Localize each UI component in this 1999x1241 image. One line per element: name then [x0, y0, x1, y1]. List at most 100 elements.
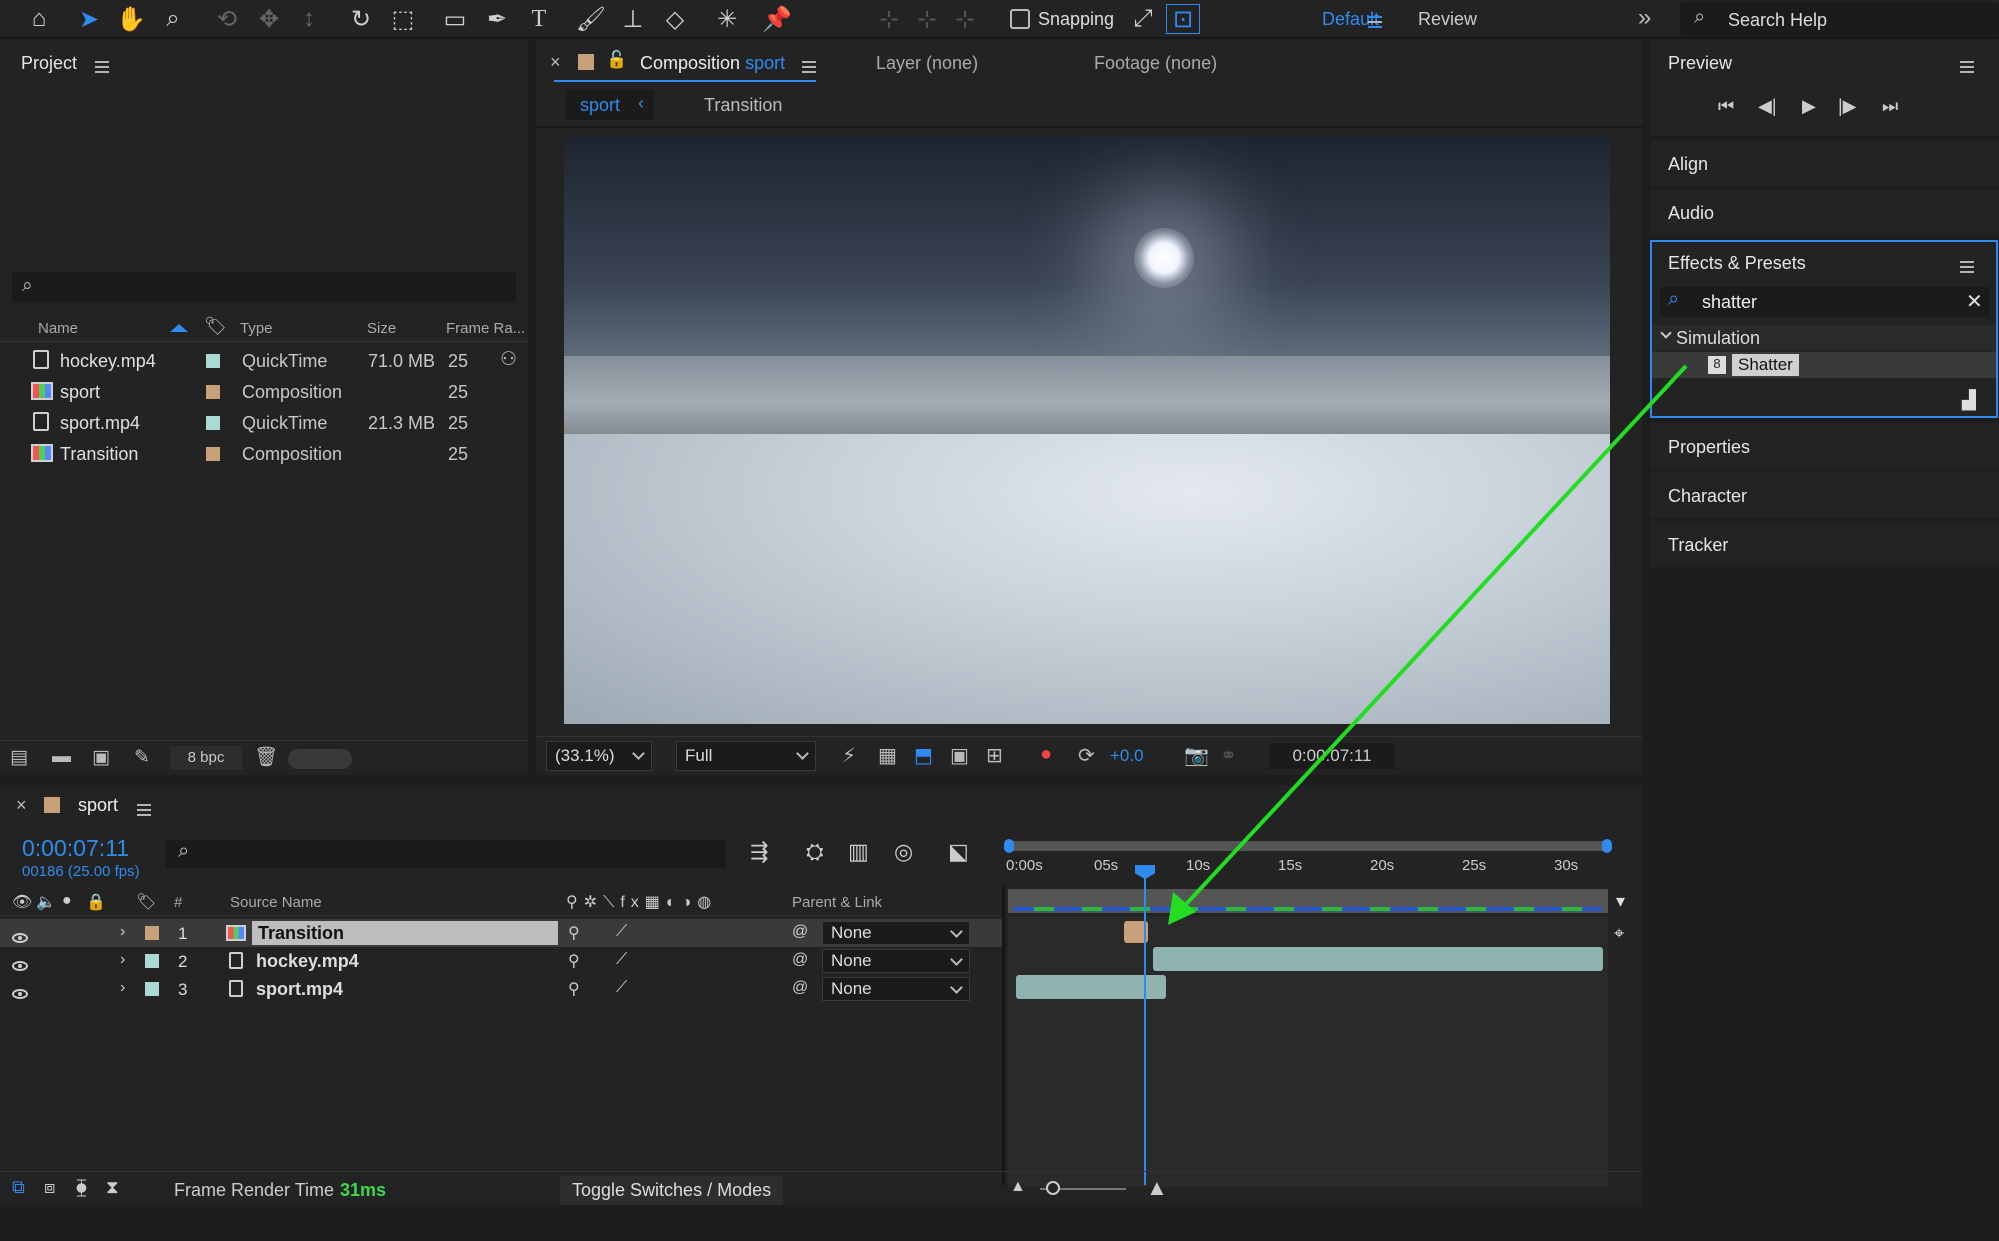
pick-whip-icon[interactable]: @ [792, 923, 808, 941]
audio-switch-icon[interactable]: 🔈 [36, 892, 56, 912]
zoom-in-icon[interactable]: ▲ [1146, 1175, 1168, 1201]
workspace-overflow-icon[interactable]: » [1638, 4, 1651, 32]
rotation-tool-icon[interactable]: ↻ [344, 0, 378, 38]
axis-local-icon[interactable]: ⊹ [872, 0, 906, 38]
workspace-review[interactable]: Review [1418, 9, 1477, 30]
current-time-indicator[interactable] [1135, 865, 1155, 1185]
trash-icon[interactable]: 🗑 [254, 745, 278, 769]
eye-icon[interactable] [12, 933, 28, 943]
fast-previews-icon[interactable]: ⚡ [842, 743, 856, 768]
list-item[interactable]: sport.mp4 QuickTime 21.3 MB 25 [0, 407, 528, 438]
motion-blur-icon[interactable]: ◎ [894, 839, 913, 865]
parent-dropdown[interactable]: None [822, 921, 970, 945]
snapshot-icon[interactable]: 📷 [1184, 743, 1209, 768]
zoom-tool-icon[interactable]: ⌕ [156, 0, 190, 38]
navigator-start-handle[interactable] [1004, 839, 1014, 853]
table-row[interactable]: › 1 Transition ⚲ ⟋ @ None [0, 919, 1002, 947]
zoom-out-icon[interactable]: ▲ [1010, 1178, 1026, 1196]
snapping-checkbox[interactable] [1010, 9, 1030, 29]
effect-item-shatter[interactable]: 8 Shatter [1652, 352, 1996, 378]
effects-presets-title[interactable]: Effects & Presets [1668, 253, 1806, 274]
shy-layers-icon[interactable]: ⛭ [806, 839, 824, 865]
list-item[interactable]: hockey.mp4 QuickTime 71.0 MB 25 ⚇ [0, 345, 528, 376]
show-channel-icon[interactable]: ● [1040, 743, 1052, 766]
preview-menu-icon[interactable] [1960, 58, 1974, 78]
project-scrollbar[interactable] [288, 749, 352, 769]
time-navigator[interactable] [1004, 839, 1612, 853]
puppet-pin-tool-icon[interactable]: 📌 [760, 0, 794, 38]
solo-switch-icon[interactable]: ● [62, 892, 72, 910]
character-panel-header[interactable]: Character [1650, 472, 1999, 518]
reset-exposure-icon[interactable]: ⟳ [1078, 743, 1095, 768]
preview-title[interactable]: Preview [1668, 53, 1732, 74]
orbit-tool-icon[interactable]: ⟲ [210, 0, 244, 38]
quality-switch-icon[interactable]: ⟋ [616, 979, 627, 997]
clone-stamp-tool-icon[interactable]: ⊥ [616, 0, 650, 38]
axis-world-icon[interactable]: ⊹ [910, 0, 944, 38]
interpret-footage-icon[interactable]: ▤ [10, 746, 28, 769]
shy-switch-icon[interactable]: ⚲ [568, 951, 580, 971]
lock-switch-icon[interactable]: 🔒 [86, 892, 106, 912]
new-bin-icon[interactable]: ▟ [1962, 390, 1976, 411]
show-snapshot-icon[interactable]: ⚭ [1220, 743, 1237, 768]
hand-tool-icon[interactable]: ✋ [114, 0, 148, 38]
next-frame-icon[interactable]: |▶ [1838, 96, 1857, 117]
composition-mini-flowchart-icon[interactable]: ⇶ [750, 839, 768, 865]
toggle-switches-modes[interactable]: Toggle Switches / Modes [560, 1176, 784, 1205]
close-icon[interactable]: × [550, 52, 561, 73]
bpc-button[interactable]: 8 bpc [170, 746, 242, 770]
table-row[interactable]: › 3 sport.mp4 ⚲ ⟋ @ None [0, 975, 1002, 1003]
transparency-grid-icon[interactable]: ▦ [878, 743, 897, 768]
brush-tool-icon[interactable]: 🖌 [574, 0, 608, 38]
label-color[interactable] [145, 982, 159, 996]
type-tool-icon[interactable]: T [522, 0, 556, 38]
time-ruler[interactable]: 0:00s 05s 10s 15s 20s 25s 30s [1006, 853, 1610, 889]
first-frame-icon[interactable]: ⏮ [1718, 96, 1734, 117]
timeline-search-field[interactable]: ⌕ [166, 840, 726, 868]
workspace-menu-icon[interactable] [1368, 13, 1382, 33]
column-frame-rate[interactable]: Frame Ra... [446, 320, 525, 337]
label-color[interactable] [145, 954, 159, 968]
tab-layer[interactable]: Layer (none) [876, 53, 978, 74]
region-of-interest-icon[interactable]: ▣ [950, 743, 969, 768]
category-simulation[interactable]: Simulation [1652, 325, 1996, 351]
comp-button-icon[interactable]: ⌖ [1614, 923, 1624, 944]
snap-features-icon[interactable]: ⊡ [1166, 4, 1200, 34]
pick-whip-icon[interactable]: @ [792, 951, 808, 969]
play-icon[interactable]: ▶ [1802, 96, 1816, 117]
layer-bar-hockey[interactable] [1153, 947, 1603, 971]
in-out-icon[interactable]: ⧳ [76, 1177, 87, 1198]
axis-view-icon[interactable]: ⊹ [948, 0, 982, 38]
composition-menu-icon[interactable] [802, 58, 816, 78]
graph-editor-icon[interactable]: ⬕ [948, 839, 969, 865]
mask-visibility-icon[interactable]: ⬒ [914, 743, 933, 768]
sort-ascending-icon[interactable] [170, 324, 188, 332]
clear-search-icon[interactable]: ✕ [1966, 289, 1983, 314]
audio-panel-header[interactable]: Audio [1650, 189, 1999, 235]
exposure-value[interactable]: +0.0 [1110, 746, 1144, 766]
selection-tool-icon[interactable]: ➤ [72, 0, 106, 38]
flowchart-icon[interactable]: ⚇ [500, 348, 517, 371]
comp-marker-bin-icon[interactable]: ▾ [1616, 891, 1625, 912]
expand-chevron-icon[interactable]: › [120, 979, 125, 997]
transfer-controls-icon[interactable]: ⧈ [44, 1177, 55, 1198]
list-item[interactable]: Transition Composition 25 [0, 438, 528, 469]
label-tag-icon[interactable]: 🏷 [136, 892, 156, 912]
snap-edges-icon[interactable]: ⤢ [1126, 0, 1160, 38]
column-name[interactable]: Name [38, 320, 78, 337]
shy-switch-icon[interactable]: ⚲ [568, 923, 580, 943]
column-source-name[interactable]: Source Name [230, 894, 322, 911]
anchor-tool-icon[interactable]: ⬚ [386, 0, 420, 38]
column-size[interactable]: Size [367, 320, 396, 337]
dolly-tool-icon[interactable]: ↕ [292, 0, 326, 38]
project-menu-icon[interactable] [95, 58, 109, 78]
shy-switch-icon[interactable]: ⚲ [568, 979, 580, 999]
label-color[interactable] [145, 926, 159, 940]
roto-brush-tool-icon[interactable]: ✳ [710, 0, 744, 38]
video-switch-icon[interactable]: 👁 [12, 892, 32, 912]
adjust-settings-icon[interactable]: ✎ [134, 746, 150, 769]
tab-composition[interactable]: Composition sport [640, 53, 785, 74]
timeline-menu-icon[interactable] [137, 801, 151, 821]
new-composition-icon[interactable]: ▣ [92, 746, 110, 769]
navigator-end-handle[interactable] [1602, 839, 1612, 853]
